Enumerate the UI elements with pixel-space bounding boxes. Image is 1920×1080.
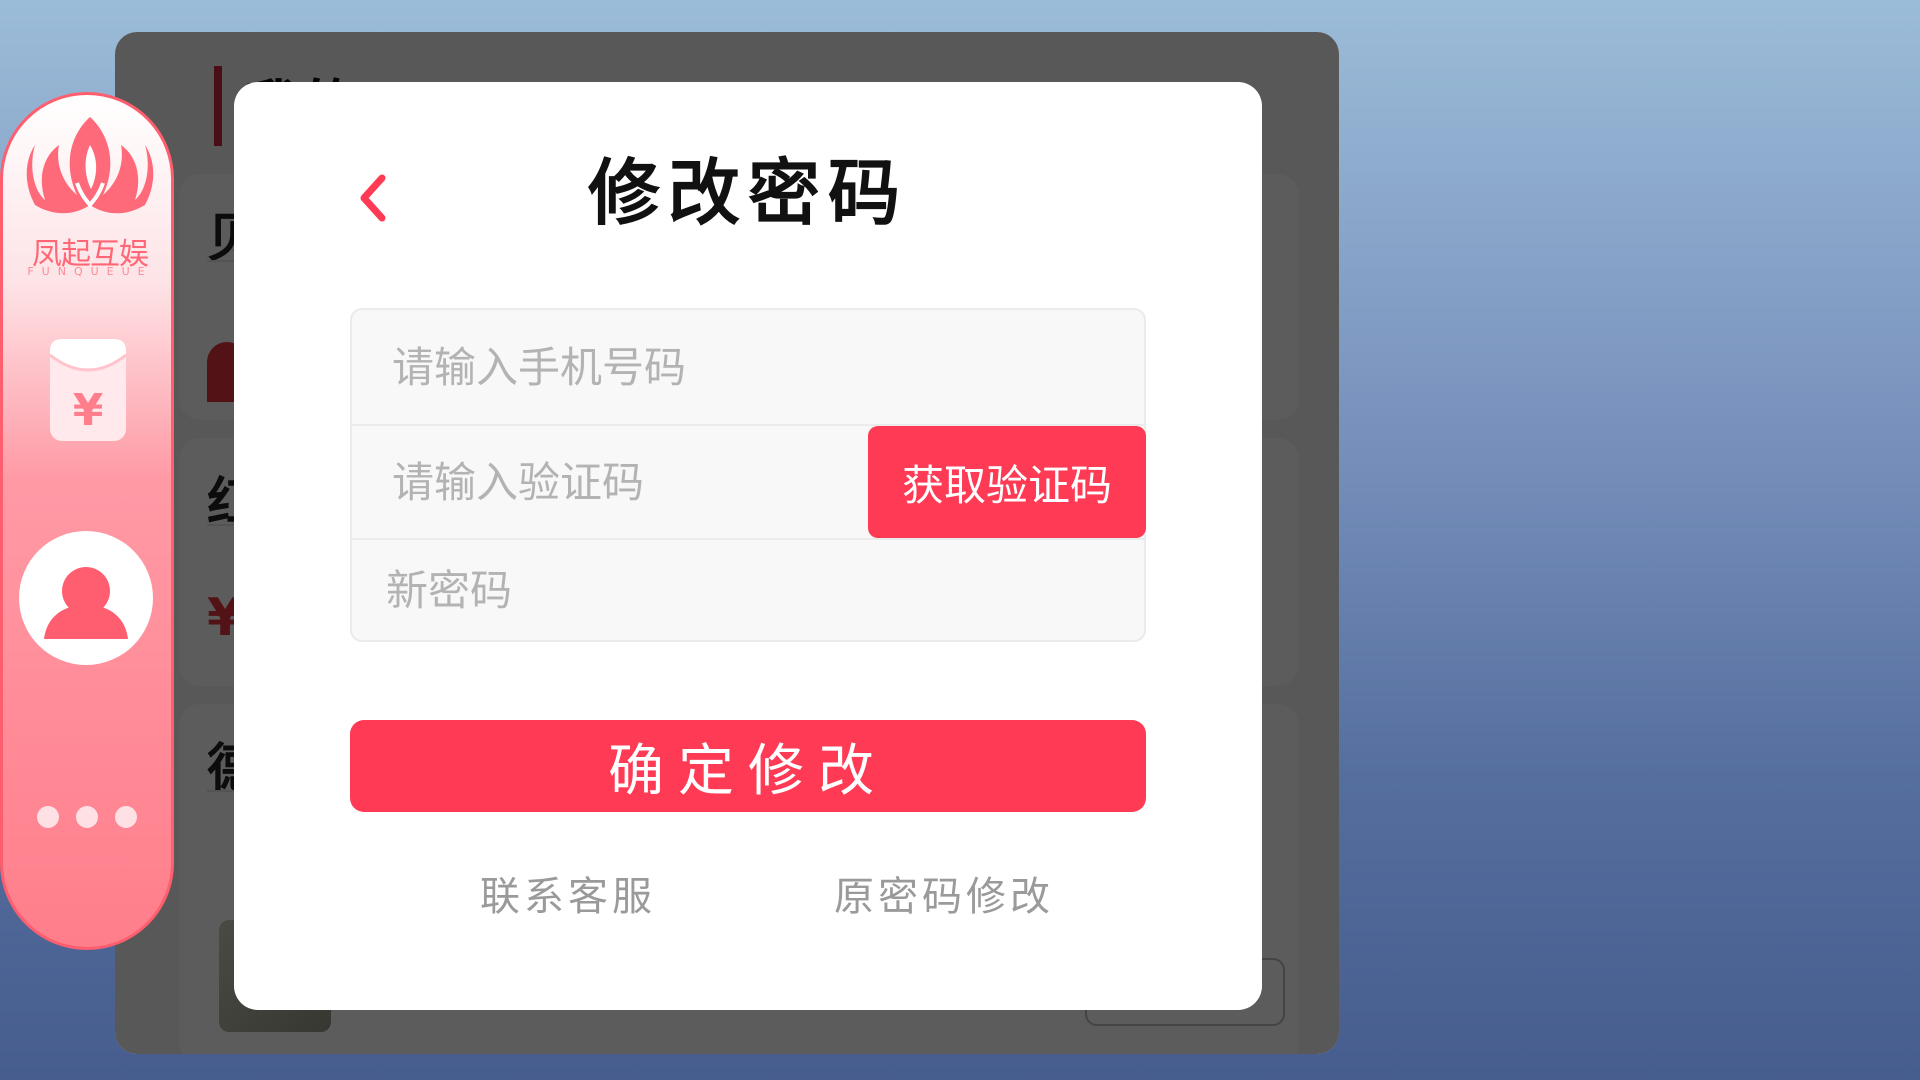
confirm-change-button[interactable]: 确定修改 [350,720,1146,812]
sidebar: 凤起互娱 FUNQUEUE ¥ [0,92,174,950]
user-avatar-icon[interactable] [19,531,153,665]
contact-service-link[interactable]: 联系客服 [480,864,656,922]
more-dots-icon[interactable] [35,805,145,829]
red-envelope-yuan-icon[interactable]: ¥ [47,335,129,445]
brand-subtitle: FUNQUEUE [27,265,153,278]
phoenix-logo-icon [26,117,154,214]
change-password-dialog: 修改密码 获取验证码 确定修改 联系客服 原密码修改 [234,82,1262,1010]
brand-logo: 凤起互娱 FUNQUEUE [15,105,165,278]
old-password-change-link[interactable]: 原密码修改 [834,864,1054,922]
password-form: 获取验证码 [350,308,1146,642]
new-password-input[interactable] [352,540,1144,640]
get-code-button[interactable]: 获取验证码 [868,426,1146,538]
phone-input[interactable] [352,310,1144,424]
verification-code-input[interactable] [352,426,866,538]
dialog-title: 修改密码 [587,151,908,235]
svg-text:¥: ¥ [73,385,104,436]
